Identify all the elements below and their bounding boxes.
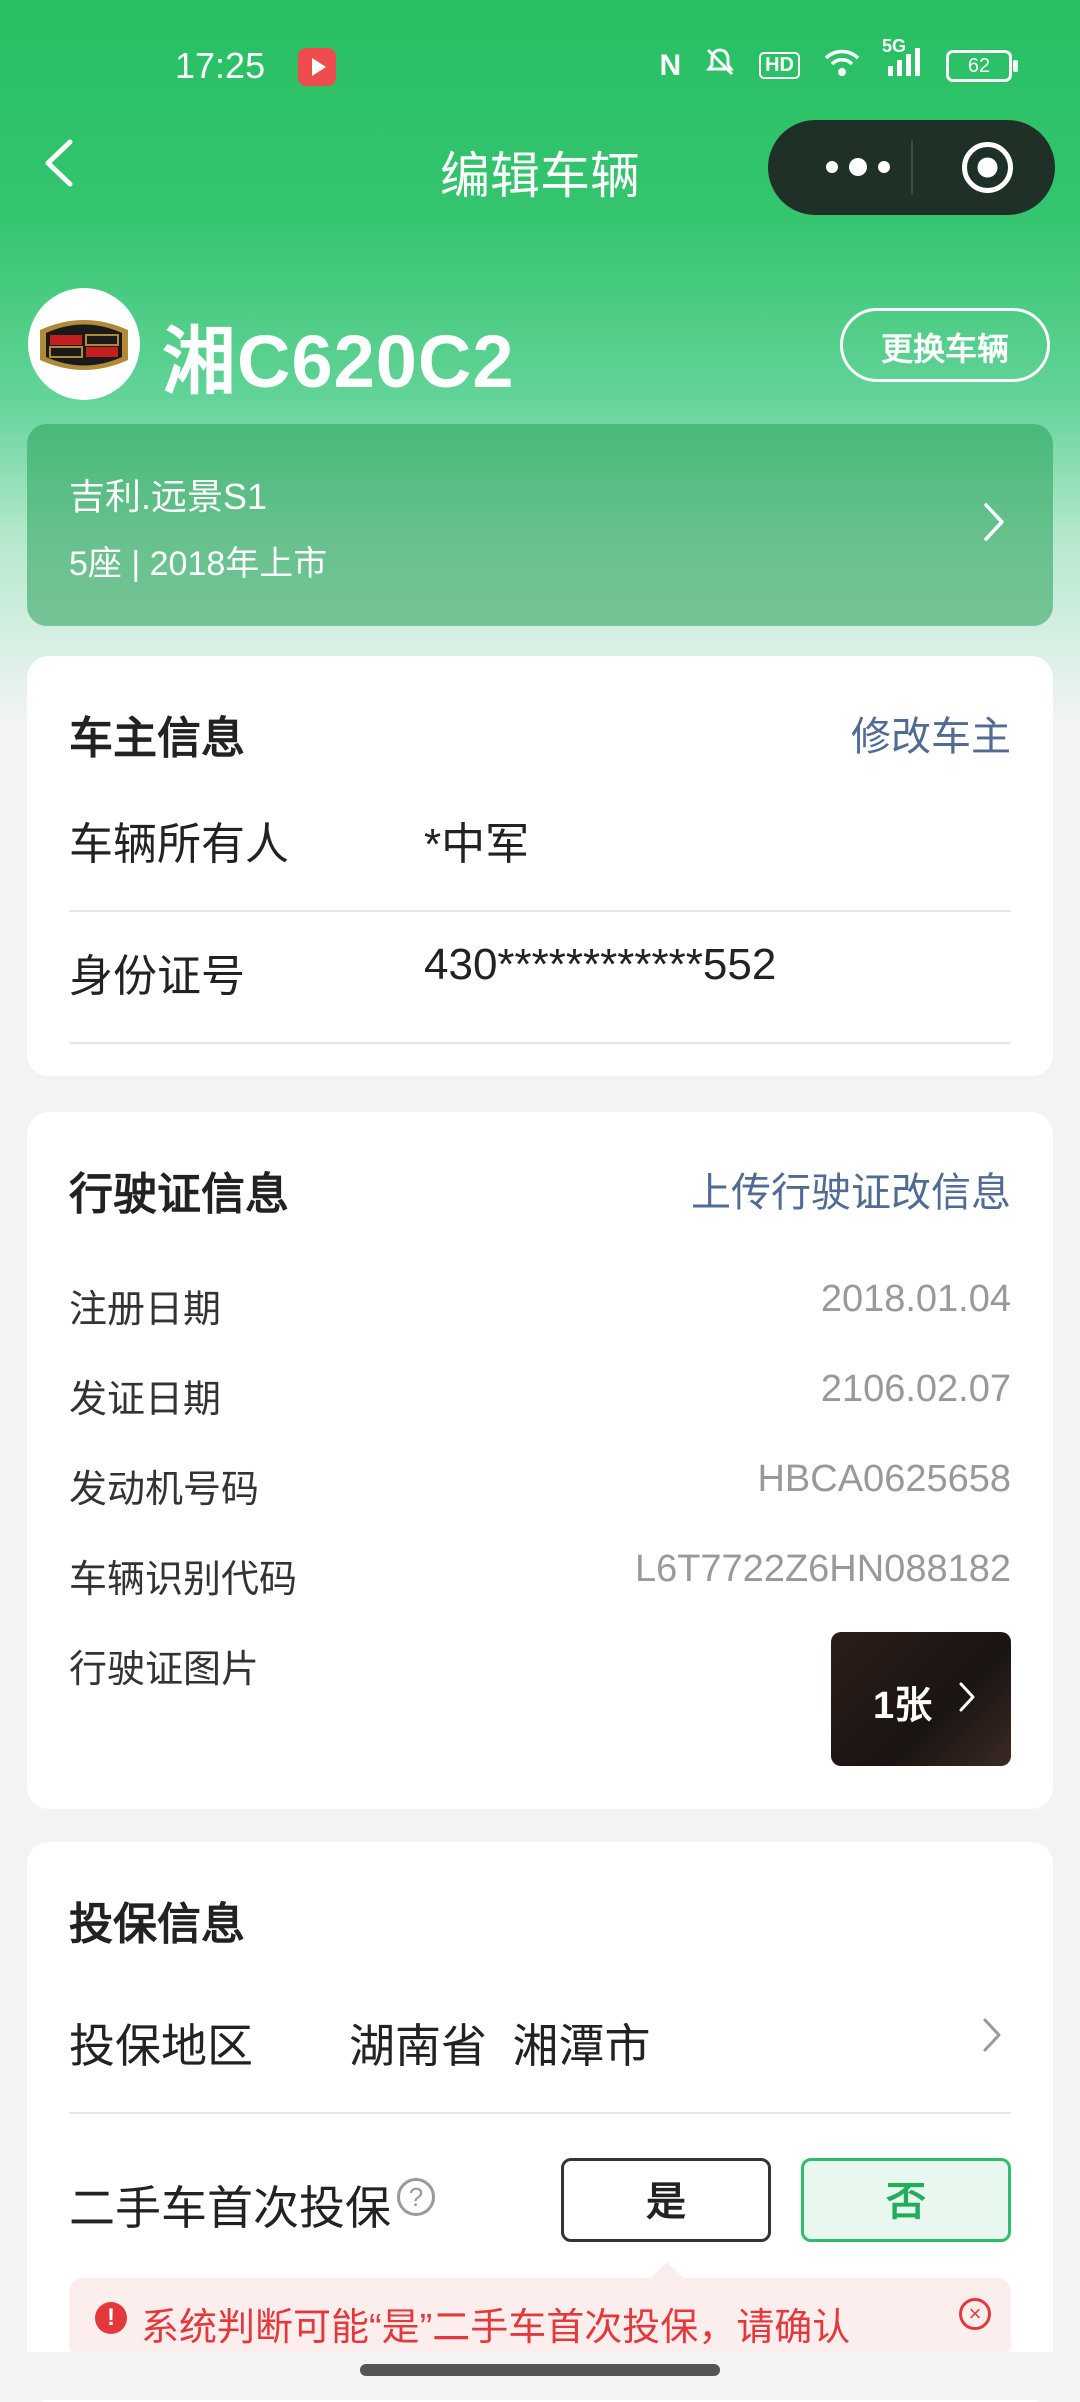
owner-info-title: 车主信息	[69, 714, 245, 763]
vin-value: L6T7722Z6HN088182	[634, 1548, 1011, 1590]
insurance-region-label: 投保地区	[69, 2020, 253, 2072]
home-indicator[interactable]	[360, 2364, 720, 2376]
cellular-signal-icon: 5G	[882, 36, 924, 85]
owner-id-row: 身份证号 430************552	[69, 940, 1011, 1070]
driving-license-card: 行驶证信息 上传行驶证改信息 注册日期 2018.01.04 发证日期 2106…	[27, 1112, 1053, 1809]
divider	[69, 910, 1011, 912]
wifi-icon	[822, 46, 862, 85]
change-vehicle-button[interactable]: 更换车辆	[840, 308, 1050, 382]
warning-text: 系统判断可能“是”二手车首次投保，请确认	[141, 2307, 851, 2349]
warning-pointer	[651, 2262, 683, 2278]
close-miniprogram-icon[interactable]	[960, 140, 1015, 195]
nfc-icon: N	[659, 48, 682, 82]
divider	[69, 2112, 1011, 2114]
divider	[69, 1042, 1011, 1044]
chevron-right-icon	[983, 2018, 1001, 2052]
photo-count: 1张	[873, 1685, 933, 1727]
vehicle-model-card[interactable]: 吉利.远景S1 5座 | 2018年上市	[27, 424, 1053, 626]
car-brand-logo	[28, 288, 140, 400]
edit-owner-link[interactable]: 修改车主	[851, 704, 1011, 762]
owner-name-value: *中军	[424, 820, 530, 869]
vin-row: 车辆识别代码 L6T7722Z6HN088182	[69, 1548, 1011, 1608]
chevron-right-icon	[959, 1682, 975, 1712]
insurance-region-value: 湖南省 湘潭市	[349, 2020, 651, 2072]
first-insurance-label: 二手车首次投保	[69, 2182, 391, 2234]
engine-number-value: HBCA0625658	[757, 1458, 1011, 1500]
gesture-bar	[0, 2352, 1080, 2400]
owner-id-label: 身份证号	[69, 952, 245, 1001]
license-photo-thumbnail[interactable]: 1张	[831, 1632, 1011, 1766]
issue-date-value: 2106.02.07	[820, 1368, 1011, 1410]
owner-name-label: 车辆所有人	[69, 820, 289, 869]
vin-label: 车辆识别代码	[69, 1559, 298, 1601]
miniprogram-capsule	[768, 120, 1055, 215]
register-date-value: 2018.01.04	[820, 1278, 1011, 1320]
status-time: 17:25	[175, 45, 266, 86]
help-icon[interactable]: ?	[397, 2178, 435, 2216]
issue-date-label: 发证日期	[69, 1379, 222, 1421]
chevron-right-icon	[983, 502, 1005, 542]
close-warning-icon[interactable]: ×	[959, 2298, 991, 2330]
status-icons: N HD 5G 62	[659, 36, 1018, 86]
register-date-row: 注册日期 2018.01.04	[69, 1278, 1011, 1338]
network-type: 5G	[882, 36, 907, 56]
issue-date-row: 发证日期 2106.02.07	[69, 1368, 1011, 1428]
engine-number-row: 发动机号码 HBCA0625658	[69, 1458, 1011, 1518]
mute-icon	[703, 45, 737, 86]
video-app-icon	[298, 48, 336, 86]
owner-name-row: 车辆所有人 *中军	[69, 808, 1011, 938]
first-insurance-warning: ! 系统判断可能“是”二手车首次投保，请确认 ×	[69, 2278, 1011, 2358]
upload-license-link[interactable]: 上传行驶证改信息	[691, 1160, 1011, 1218]
capsule-divider	[911, 140, 913, 195]
owner-id-value: 430************552	[424, 940, 777, 989]
insurance-info-card: 投保信息 投保地区 湖南省 湘潭市 二手车首次投保 ? 是 否 ! 系统判断可能…	[27, 1842, 1053, 2402]
license-info-title: 行驶证信息	[69, 1170, 289, 1219]
license-photo-label: 行驶证图片	[69, 1649, 260, 1691]
warning-icon: !	[95, 2302, 127, 2334]
first-insurance-yes-button[interactable]: 是	[561, 2158, 771, 2242]
nav-bar: 编辑车辆	[0, 110, 1080, 220]
engine-number-label: 发动机号码	[69, 1469, 260, 1511]
more-options-icon[interactable]	[808, 142, 908, 192]
battery-icon: 62	[946, 49, 1018, 82]
hd-icon: HD	[759, 52, 800, 79]
license-plate: 湘C620C2	[162, 320, 515, 403]
first-insurance-no-button[interactable]: 否	[801, 2158, 1011, 2242]
register-date-label: 注册日期	[69, 1289, 222, 1331]
vehicle-model-name: 吉利.远景S1	[69, 476, 268, 517]
vehicle-model-spec: 5座 | 2018年上市	[69, 545, 328, 583]
owner-info-card: 车主信息 修改车主 车辆所有人 *中军 身份证号 430************…	[27, 656, 1053, 1076]
insurance-info-title: 投保信息	[69, 1900, 245, 1949]
